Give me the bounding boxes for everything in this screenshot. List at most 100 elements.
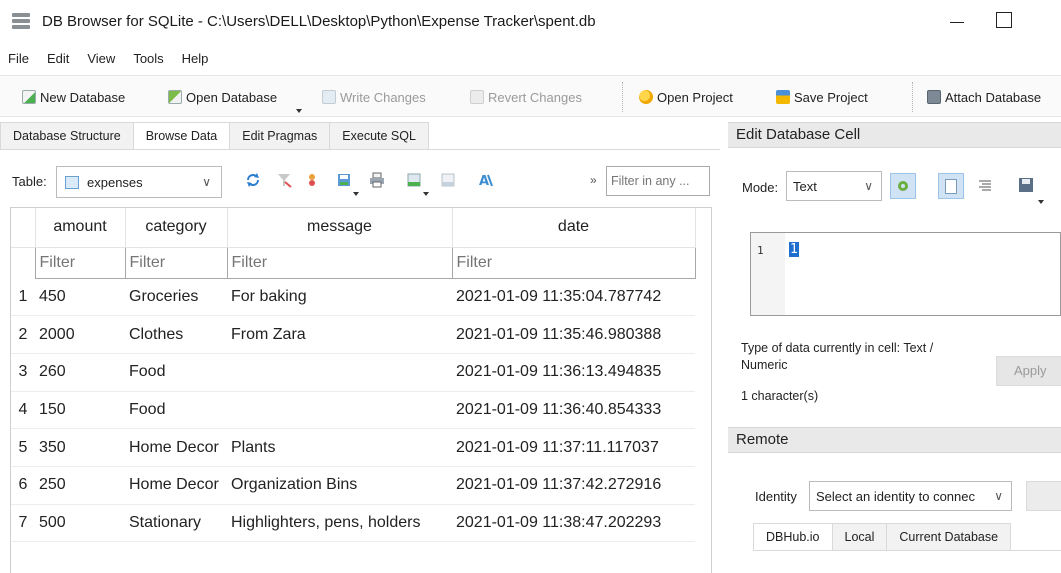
row-number[interactable]: 1 xyxy=(11,278,35,317)
table-select[interactable]: expenses ∨ xyxy=(56,166,222,198)
cell-message[interactable]: From Zara xyxy=(227,315,452,354)
open-database-button[interactable]: Open Database xyxy=(168,86,277,108)
sort-icon[interactable] xyxy=(304,172,320,188)
cell-category[interactable]: Home Decor xyxy=(125,466,227,505)
menu-tools[interactable]: Tools xyxy=(123,48,171,70)
cell-date[interactable]: 2021-01-09 11:35:46.980388 xyxy=(452,315,695,354)
filter-message-input[interactable] xyxy=(228,248,451,277)
cell-date[interactable]: 2021-01-09 11:38:47.202293 xyxy=(452,504,695,543)
menu-edit[interactable]: Edit xyxy=(37,48,77,70)
tab-local[interactable]: Local xyxy=(831,523,888,551)
cell-category[interactable]: Groceries xyxy=(125,278,227,317)
cell-category[interactable]: Clothes xyxy=(125,315,227,354)
cell-message[interactable] xyxy=(227,353,452,392)
tab-database-structure[interactable]: Database Structure xyxy=(0,122,134,150)
identity-select[interactable]: Select an identity to connec ∨ xyxy=(809,481,1012,511)
cell-amount[interactable]: 350 xyxy=(35,428,125,467)
attach-database-button[interactable]: Attach Database xyxy=(927,86,1041,108)
table-row[interactable]: 6 250 Home Decor Organization Bins 2021-… xyxy=(11,466,695,505)
word-wrap-button[interactable] xyxy=(938,173,964,199)
row-number[interactable]: 5 xyxy=(11,428,35,467)
import-export-icon[interactable] xyxy=(1018,176,1034,194)
filter-category-field[interactable] xyxy=(124,246,228,279)
cell-message[interactable] xyxy=(227,391,452,430)
cell-date[interactable]: 2021-01-09 11:37:11.117037 xyxy=(452,428,695,467)
column-header-amount[interactable]: amount xyxy=(35,208,126,248)
table-row[interactable]: 3 260 Food 2021-01-09 11:36:13.494835 xyxy=(11,353,695,392)
tab-edit-pragmas[interactable]: Edit Pragmas xyxy=(229,122,331,150)
table-row[interactable]: 1 450 Groceries For baking 2021-01-09 11… xyxy=(11,278,695,317)
print-icon[interactable] xyxy=(369,172,385,188)
insert-record-icon[interactable] xyxy=(406,172,422,188)
cell-amount[interactable]: 2000 xyxy=(35,315,125,354)
more-tools-icon[interactable]: » xyxy=(590,173,597,187)
open-project-button[interactable]: Open Project xyxy=(639,86,733,108)
tab-current-database[interactable]: Current Database xyxy=(886,523,1012,551)
row-number[interactable]: 7 xyxy=(11,504,35,543)
cell-message[interactable]: For baking xyxy=(227,278,452,317)
mode-select[interactable]: Text ∨ xyxy=(786,171,882,201)
table-row[interactable]: 5 350 Home Decor Plants 2021-01-09 11:37… xyxy=(11,428,695,467)
save-table-icon[interactable] xyxy=(336,172,352,188)
column-header-date[interactable]: date xyxy=(452,208,696,248)
table-row[interactable]: 7 500 Stationary Highlighters, pens, hol… xyxy=(11,504,695,543)
filter-any-column-field[interactable] xyxy=(606,166,710,196)
cell-amount[interactable]: 150 xyxy=(35,391,125,430)
find-replace-icon[interactable]: A xyxy=(478,172,494,188)
minimize-button[interactable] xyxy=(942,10,972,34)
cell-amount[interactable]: 450 xyxy=(35,278,125,317)
filter-any-column-input[interactable] xyxy=(607,167,709,195)
maximize-button[interactable] xyxy=(996,12,1012,28)
menu-view[interactable]: View xyxy=(77,48,123,70)
column-header-message[interactable]: message xyxy=(227,208,453,248)
filter-message-field[interactable] xyxy=(226,246,453,279)
apply-button[interactable]: Apply xyxy=(996,356,1061,386)
cell-message[interactable]: Organization Bins xyxy=(227,466,452,505)
filter-category-input[interactable] xyxy=(126,248,226,277)
cell-editor[interactable]: 1 1 xyxy=(750,232,1061,316)
revert-changes-button[interactable]: Revert Changes xyxy=(470,86,582,108)
filter-amount-field[interactable] xyxy=(34,246,126,279)
refresh-icon[interactable] xyxy=(245,172,261,188)
row-number[interactable]: 4 xyxy=(11,391,35,430)
save-table-dropdown-icon[interactable] xyxy=(353,192,359,196)
tab-execute-sql[interactable]: Execute SQL xyxy=(329,122,429,150)
column-header-category[interactable]: category xyxy=(125,208,228,248)
cell-date[interactable]: 2021-01-09 11:37:42.272916 xyxy=(452,466,695,505)
new-database-button[interactable]: New Database xyxy=(22,86,125,108)
filter-date-field[interactable] xyxy=(451,246,696,279)
tab-dbhub[interactable]: DBHub.io xyxy=(753,523,833,551)
cell-date[interactable]: 2021-01-09 11:36:13.494835 xyxy=(452,353,695,392)
import-export-dropdown-icon[interactable] xyxy=(1038,200,1044,204)
cell-amount[interactable]: 500 xyxy=(35,504,125,543)
format-text-icon[interactable] xyxy=(979,180,991,192)
table-row[interactable]: 4 150 Food 2021-01-09 11:36:40.854333 xyxy=(11,391,695,430)
clear-filters-icon[interactable] xyxy=(276,172,292,188)
cell-amount[interactable]: 250 xyxy=(35,466,125,505)
write-changes-button[interactable]: Write Changes xyxy=(322,86,426,108)
identity-action-button[interactable] xyxy=(1026,481,1061,511)
cell-date[interactable]: 2021-01-09 11:35:04.787742 xyxy=(452,278,695,317)
open-database-dropdown-icon[interactable] xyxy=(296,109,302,113)
cell-message[interactable]: Highlighters, pens, holders xyxy=(227,504,452,543)
cell-category[interactable]: Stationary xyxy=(125,504,227,543)
tab-browse-data[interactable]: Browse Data xyxy=(132,122,231,150)
filter-amount-input[interactable] xyxy=(36,248,124,277)
menu-file[interactable]: File xyxy=(0,48,37,70)
cell-category[interactable]: Food xyxy=(125,353,227,392)
row-number[interactable]: 2 xyxy=(11,315,35,354)
row-number[interactable]: 6 xyxy=(11,466,35,505)
row-number[interactable]: 3 xyxy=(11,353,35,392)
menu-help[interactable]: Help xyxy=(172,48,217,70)
cell-category[interactable]: Food xyxy=(125,391,227,430)
cell-message[interactable]: Plants xyxy=(227,428,452,467)
delete-record-icon[interactable] xyxy=(440,172,456,188)
cell-editor-value[interactable]: 1 xyxy=(789,242,799,257)
filter-date-input[interactable] xyxy=(453,248,694,277)
auto-switch-mode-button[interactable] xyxy=(890,173,916,199)
cell-date[interactable]: 2021-01-09 11:36:40.854333 xyxy=(452,391,695,430)
cell-category[interactable]: Home Decor xyxy=(125,428,227,467)
save-project-button[interactable]: Save Project xyxy=(776,86,868,108)
cell-amount[interactable]: 260 xyxy=(35,353,125,392)
insert-record-dropdown-icon[interactable] xyxy=(423,192,429,196)
